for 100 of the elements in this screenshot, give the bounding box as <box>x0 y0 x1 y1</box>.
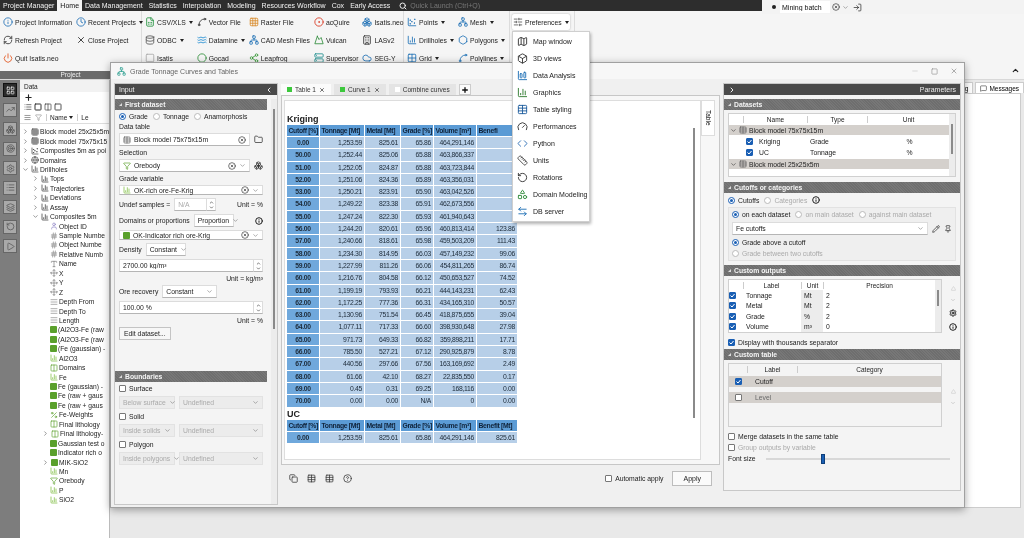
checkbox[interactable] <box>728 433 735 440</box>
help-icon <box>343 473 352 483</box>
spin-down-icon <box>208 204 214 210</box>
filter-icon <box>49 476 58 485</box>
info-icon <box>255 216 263 225</box>
database-icon <box>145 35 155 45</box>
caret-icon <box>564 20 569 24</box>
close-icon <box>373 86 380 93</box>
checkbox[interactable] <box>729 291 736 299</box>
table-title: UC <box>287 408 301 419</box>
gear-icon <box>949 308 957 317</box>
checkbox[interactable] <box>729 323 736 331</box>
checkbox[interactable] <box>735 394 742 401</box>
slider-thumb[interactable] <box>820 453 825 464</box>
ruler-icon <box>517 155 528 166</box>
chevron-icon <box>239 162 246 169</box>
checkbox[interactable] <box>746 138 753 145</box>
list-icon <box>5 183 15 192</box>
checkbox[interactable] <box>728 444 735 451</box>
checkbox[interactable] <box>746 149 753 156</box>
close-icon <box>318 86 325 93</box>
columns-icon <box>50 429 59 438</box>
chevron-icon <box>252 186 259 194</box>
checkbox[interactable] <box>119 385 126 392</box>
rotate-icon <box>5 222 15 231</box>
bar-chart-icon <box>40 193 49 202</box>
chevron-icon <box>252 455 259 462</box>
filter-icon <box>35 114 42 121</box>
bar-chart-icon <box>517 87 528 98</box>
clear-icon <box>241 231 249 239</box>
curve-icon <box>457 53 468 63</box>
search-icon <box>399 1 408 10</box>
curve-icon <box>196 17 207 27</box>
boxes-icon <box>362 17 373 27</box>
folder-icon <box>254 135 263 144</box>
checkbox[interactable] <box>729 312 736 320</box>
collapse-icon <box>1011 66 1020 75</box>
chevron-icon <box>179 246 187 253</box>
scrollbar[interactable] <box>937 290 939 306</box>
grid-icon <box>30 127 39 136</box>
chevron-icon <box>206 288 214 295</box>
grid-icon <box>407 53 417 63</box>
message-icon <box>980 84 988 92</box>
bar-chart-icon <box>40 174 49 183</box>
network-icon <box>457 17 468 27</box>
info-icon <box>3 17 13 27</box>
scrollbar[interactable] <box>271 99 277 504</box>
network-icon <box>248 35 259 45</box>
checkbox[interactable] <box>728 339 735 346</box>
lines-icon <box>49 307 58 316</box>
checkbox[interactable] <box>605 474 613 482</box>
bar-chart-icon <box>49 486 58 495</box>
filter-icon <box>123 161 131 170</box>
spin-down-icon <box>255 265 261 271</box>
checkbox[interactable] <box>735 378 742 385</box>
scrollbar[interactable] <box>693 128 695 418</box>
circle-icon <box>196 53 207 63</box>
code-icon <box>517 138 528 149</box>
chevron-icon <box>252 231 259 239</box>
bar-chart-icon <box>407 35 417 45</box>
server-icon <box>313 53 324 63</box>
globe-icon <box>30 156 39 165</box>
bar-chart-icon <box>517 70 528 81</box>
add-tab-button[interactable] <box>458 84 471 95</box>
close-icon <box>950 67 958 75</box>
info-icon <box>812 196 821 204</box>
cube-icon <box>517 53 528 64</box>
target-icon <box>313 17 324 27</box>
network-icon <box>117 66 126 76</box>
bar-chart-icon <box>40 203 49 212</box>
power-icon <box>3 53 13 63</box>
table-icon <box>325 473 334 483</box>
bar-chart-icon <box>49 354 58 363</box>
person-icon <box>49 222 58 231</box>
table-icon <box>123 135 131 144</box>
table-icon <box>517 104 528 115</box>
lines-icon <box>24 114 31 121</box>
square-icon <box>49 345 57 353</box>
checkbox[interactable] <box>729 302 736 310</box>
clear-icon <box>832 3 840 11</box>
list-icon <box>24 103 32 111</box>
hash-icon <box>49 240 58 249</box>
checkbox[interactable] <box>119 441 126 448</box>
scatter-icon <box>30 146 39 155</box>
scrollbar[interactable] <box>951 124 953 154</box>
plus-icon <box>460 85 469 94</box>
chevron-icon <box>164 427 171 434</box>
spin-up-icon <box>255 302 261 308</box>
square-icon <box>49 439 57 447</box>
text-icon <box>49 259 58 268</box>
expand-icon <box>728 85 736 94</box>
percent-icon <box>49 410 58 419</box>
table-title: Kriging <box>287 114 320 124</box>
gear-icon <box>5 163 15 173</box>
chevron-icon <box>252 399 259 406</box>
clock-icon <box>76 17 87 27</box>
checkbox[interactable] <box>119 413 126 420</box>
hash-icon <box>49 231 58 240</box>
tool-button[interactable] <box>3 83 17 97</box>
bar-chart-icon <box>49 467 58 476</box>
